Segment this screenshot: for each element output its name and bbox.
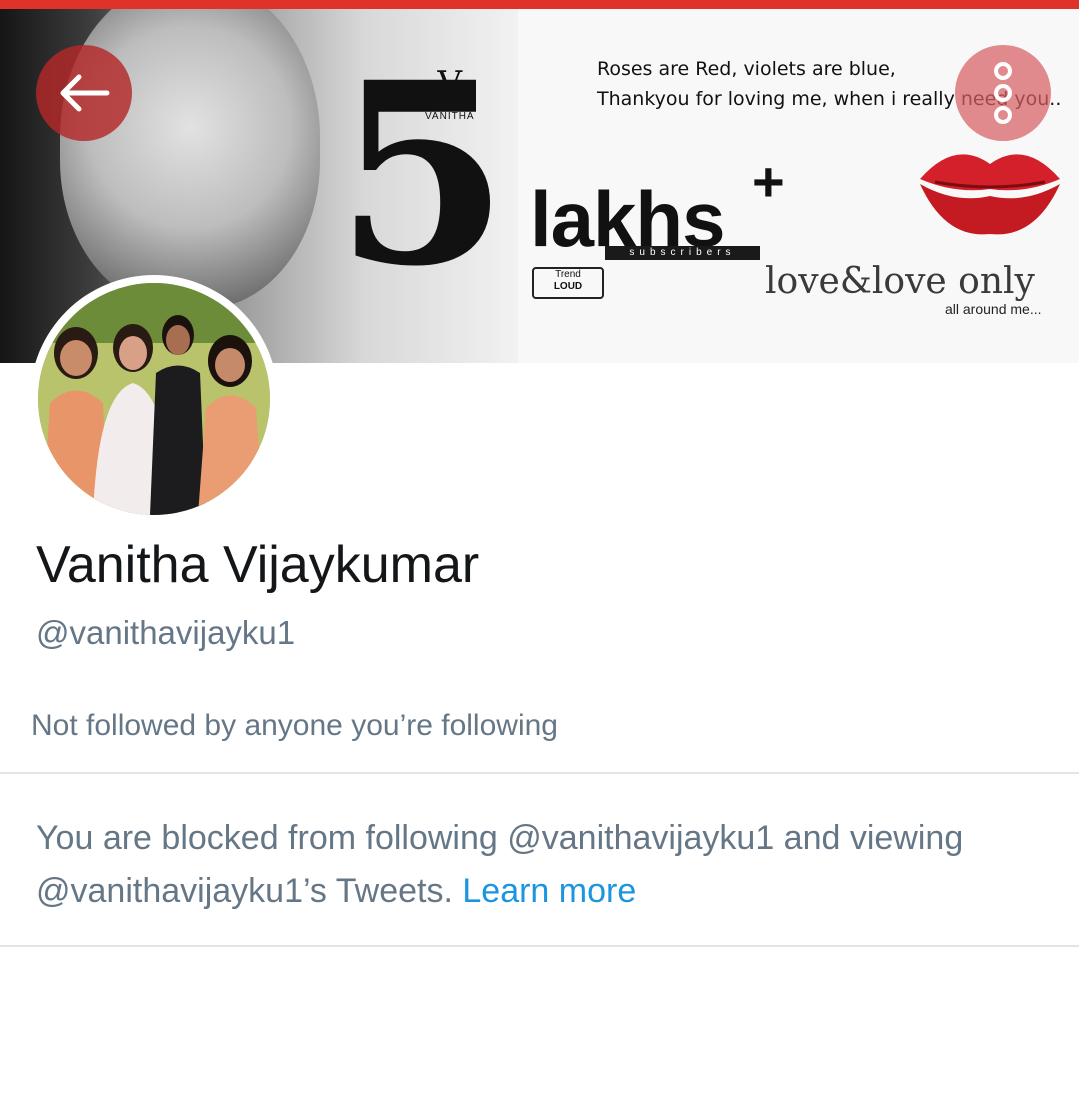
banner-brand-name: VANITHA [425,111,475,122]
followed-by-note: Not followed by anyone you’re following [31,709,558,742]
banner-love-text: love&love only [765,261,1035,302]
avatar[interactable] [30,275,278,523]
avatar-photo [38,283,270,515]
top-accent-bar [0,0,1079,9]
arrow-left-icon [60,74,110,112]
banner-milestone-sub: subscribers [605,246,760,260]
banner-brand-logo: V [437,64,463,104]
divider [0,772,1079,774]
back-button[interactable] [36,45,132,141]
banner-milestone-number: 5 [335,27,509,321]
banner-badge-top: Trend [555,269,581,280]
banner-milestone-plus: + [752,150,785,213]
banner-brand: V VANITHA [425,64,475,123]
blocked-notice: You are blocked from following @vanithav… [36,812,1056,918]
learn-more-link[interactable]: Learn more [462,872,636,910]
more-vertical-icon [994,62,1012,124]
banner-trendloud-badge: Trend LOUD [532,267,604,299]
lips-icon [920,154,1060,235]
divider [0,945,1079,947]
more-options-button[interactable] [955,45,1051,141]
banner-love-sub: all around me... [945,301,1042,317]
profile-handle: @vanithavijayku1 [36,614,296,651]
avatar-group-photo [38,283,270,515]
banner-badge-bottom: LOUD [553,281,583,292]
profile-name: Vanitha Vijaykumar [36,536,480,594]
